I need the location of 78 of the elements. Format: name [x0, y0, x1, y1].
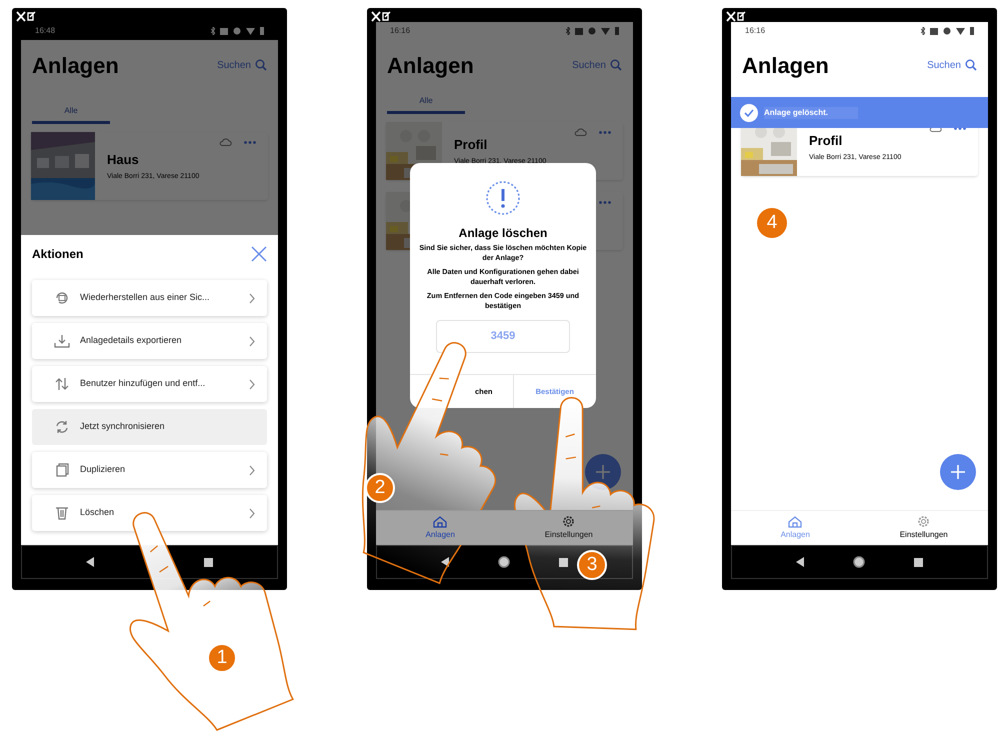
action-label: Löschen	[80, 506, 116, 520]
search-icon	[965, 59, 977, 71]
site-name: Haus	[107, 151, 140, 169]
bottom-tab[interactable]: Einstellungen	[860, 511, 988, 545]
close-icon[interactable]	[251, 246, 267, 262]
search-button[interactable]: Suchen	[217, 58, 267, 72]
house-icon	[788, 516, 802, 528]
code-value: 3459	[490, 329, 516, 344]
back-icon[interactable]	[86, 557, 96, 567]
site-name: Profil	[454, 136, 488, 154]
action-label: Jetzt synchronisieren	[80, 420, 166, 434]
action-label: Anlagedetails exportieren	[80, 334, 183, 348]
wifi-icon	[601, 28, 610, 34]
gear-icon	[562, 515, 576, 528]
download-icon	[54, 334, 70, 348]
cloud-icon	[219, 138, 232, 146]
page-title: Anlagen	[32, 52, 119, 80]
bottom-tab[interactable]: Anlagen	[376, 511, 504, 545]
wifi-icon	[956, 28, 965, 34]
more-icon[interactable]	[244, 141, 256, 144]
status-time: 16:48	[35, 25, 56, 37]
action-item[interactable]: Löschen	[32, 495, 267, 531]
action-label: Wiederherstellen aus einer Sic...	[80, 291, 211, 304]
copy-icon	[54, 463, 70, 477]
action-item[interactable]: Wiederherstellen aus einer Sic...	[32, 280, 267, 316]
page-title: Anlagen	[387, 52, 474, 80]
page-title: Anlagen	[742, 52, 829, 80]
search-button[interactable]: Suchen	[572, 58, 622, 72]
bottom-tab[interactable]: Anlagen	[731, 511, 860, 545]
status-time: 16:16	[390, 25, 410, 37]
battery-icon	[260, 27, 264, 35]
home-icon[interactable]	[498, 556, 510, 568]
bottom-tab[interactable]: Einstellungen	[504, 511, 633, 545]
chevron-right-icon	[249, 336, 255, 346]
battery-icon	[615, 27, 619, 35]
recents-icon[interactable]	[914, 558, 923, 566]
trash-icon	[54, 506, 70, 520]
x-mark-icon	[16, 10, 36, 22]
bluetooth-icon	[566, 27, 570, 35]
home-icon[interactable]	[853, 556, 866, 568]
toast-text: Anlage gelöscht.	[764, 106, 858, 118]
battery-icon	[970, 27, 974, 35]
bluetooth-icon	[211, 27, 215, 35]
chevron-right-icon	[249, 292, 255, 304]
check-icon	[740, 104, 758, 122]
restore-icon	[54, 291, 70, 305]
sync-icon	[54, 420, 70, 434]
tab[interactable]: Alle	[32, 105, 110, 124]
back-icon[interactable]	[796, 557, 806, 567]
search-button[interactable]: Suchen	[927, 58, 977, 72]
action-label: Duplizieren	[80, 463, 126, 476]
plus-icon	[950, 464, 966, 480]
house-icon	[433, 516, 448, 528]
search-icon	[610, 59, 622, 71]
more-icon[interactable]	[599, 201, 611, 204]
plus-icon	[595, 464, 611, 480]
dialog-title: Anlage löschen	[458, 225, 548, 242]
status-time: 16:16	[745, 25, 766, 37]
site-name: Profil	[809, 132, 844, 150]
action-item[interactable]: Anlagedetails exportieren	[32, 323, 267, 359]
bluetooth-icon	[921, 27, 925, 35]
action-label: Benutzer hinzufügen und entf...	[80, 377, 206, 390]
cloud-icon	[574, 128, 587, 136]
sheet-title: Aktionen	[32, 246, 84, 263]
wifi-icon	[246, 28, 255, 34]
more-icon[interactable]	[599, 131, 611, 134]
chevron-right-icon	[249, 378, 255, 390]
chevron-right-icon	[249, 508, 255, 518]
warning-icon	[485, 180, 521, 216]
tab[interactable]: Alle	[387, 95, 465, 114]
more-icon[interactable]	[954, 127, 966, 130]
action-item[interactable]: Benutzer hinzufügen und entf...	[32, 366, 267, 402]
arrows-up-down-icon	[54, 377, 70, 391]
chevron-right-icon	[249, 464, 255, 476]
recents-icon[interactable]	[204, 558, 213, 566]
gear-icon	[917, 515, 930, 528]
action-item[interactable]: Duplizieren	[32, 452, 267, 488]
search-icon	[255, 59, 267, 71]
